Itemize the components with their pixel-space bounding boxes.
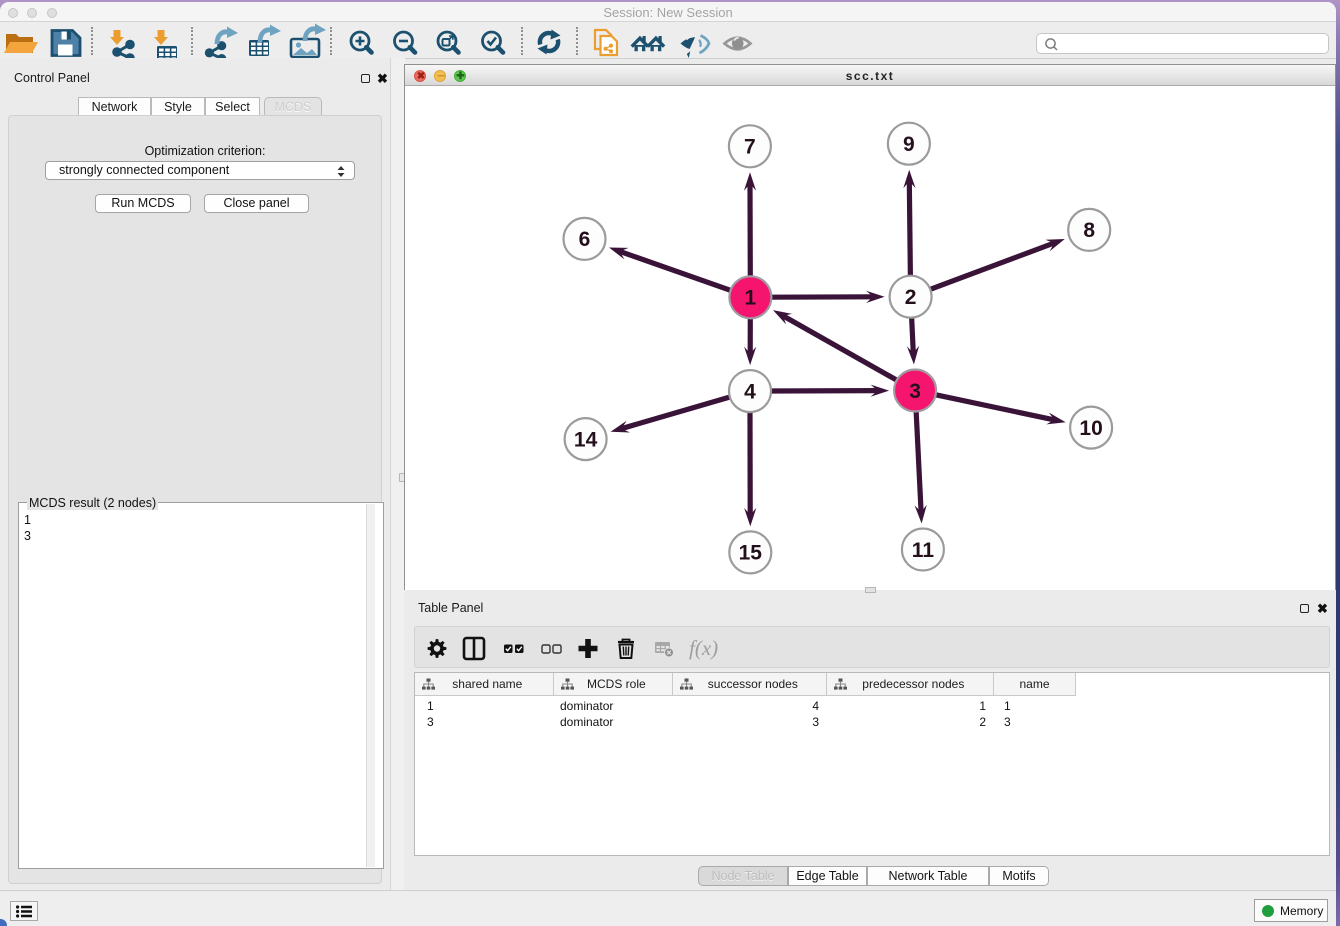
svg-text:6: 6 <box>579 228 591 251</box>
svg-text:9: 9 <box>903 133 915 156</box>
svg-text:3: 3 <box>909 380 921 403</box>
svg-text:2: 2 <box>905 286 917 309</box>
svg-text:11: 11 <box>912 539 935 562</box>
svg-text:15: 15 <box>739 542 763 565</box>
svg-text:8: 8 <box>1083 219 1095 242</box>
svg-text:10: 10 <box>1079 417 1102 440</box>
svg-text:1: 1 <box>745 287 757 310</box>
svg-text:7: 7 <box>744 136 756 159</box>
svg-text:f(x): f(x) <box>689 636 718 660</box>
svg-text:4: 4 <box>744 380 756 403</box>
svg-text:14: 14 <box>574 428 598 451</box>
